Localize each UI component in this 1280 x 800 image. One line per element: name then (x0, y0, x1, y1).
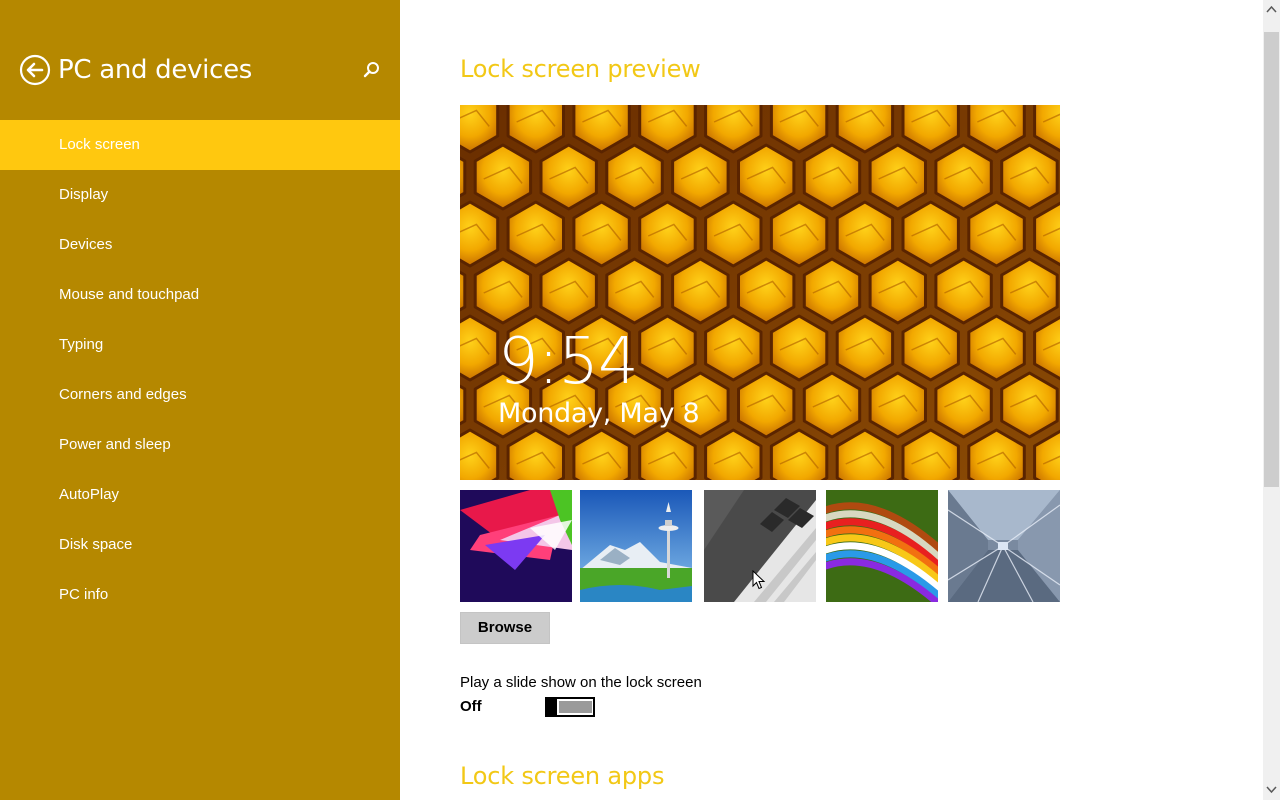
thumbnail-colorful-triangles[interactable] (460, 490, 572, 602)
vertical-scrollbar[interactable] (1263, 0, 1280, 800)
main-content: Lock screen preview 9:54 Monday, May 8 B… (400, 0, 1263, 800)
toggle-track (559, 701, 592, 713)
pc-settings-window: PC and devices Lock screen Display Devic… (0, 0, 1280, 800)
sidebar-item-disk-space[interactable]: Disk space (0, 520, 400, 570)
sidebar-item-autoplay[interactable]: AutoPlay (0, 470, 400, 520)
sidebar-item-mouse-and-touchpad[interactable]: Mouse and touchpad (0, 270, 400, 320)
scroll-up-arrow-icon[interactable] (1263, 0, 1280, 20)
background-thumbnails (460, 490, 1060, 602)
sidebar-nav: Lock screen Display Devices Mouse and to… (0, 120, 400, 620)
lock-screen-preview-image: 9:54 Monday, May 8 (460, 105, 1060, 480)
sidebar-item-power-and-sleep[interactable]: Power and sleep (0, 420, 400, 470)
browse-button[interactable]: Browse (460, 612, 550, 644)
preview-date: Monday, May 8 (498, 398, 700, 429)
thumbnail-colored-pencils[interactable] (826, 490, 938, 602)
sidebar-item-typing[interactable]: Typing (0, 320, 400, 370)
sidebar-item-corners-and-edges[interactable]: Corners and edges (0, 370, 400, 420)
sidebar-item-display[interactable]: Display (0, 170, 400, 220)
sidebar-item-lock-screen[interactable]: Lock screen (0, 120, 400, 170)
toggle-thumb[interactable] (547, 699, 557, 715)
thumbnail-space-needle[interactable] (580, 490, 692, 602)
thumbnail-tunnel-lines[interactable] (948, 490, 1060, 602)
slideshow-toggle-state: Off (460, 698, 482, 715)
sidebar-item-pc-info[interactable]: PC info (0, 570, 400, 620)
scroll-down-arrow-icon[interactable] (1263, 778, 1280, 800)
page-title: PC and devices (58, 55, 253, 85)
search-icon[interactable] (360, 59, 382, 81)
sidebar: PC and devices Lock screen Display Devic… (0, 0, 400, 800)
thumbnail-piano-keys[interactable] (704, 490, 816, 602)
preview-time: 9:54 (498, 325, 639, 399)
back-arrow-icon[interactable] (19, 54, 51, 86)
sidebar-header: PC and devices (0, 0, 400, 120)
sidebar-item-devices[interactable]: Devices (0, 220, 400, 270)
lock-screen-preview-heading: Lock screen preview (460, 55, 701, 83)
slideshow-label: Play a slide show on the lock screen (460, 674, 702, 691)
lock-screen-apps-heading: Lock screen apps (460, 762, 665, 790)
scrollbar-thumb[interactable] (1264, 32, 1279, 487)
slideshow-toggle[interactable] (545, 697, 595, 717)
